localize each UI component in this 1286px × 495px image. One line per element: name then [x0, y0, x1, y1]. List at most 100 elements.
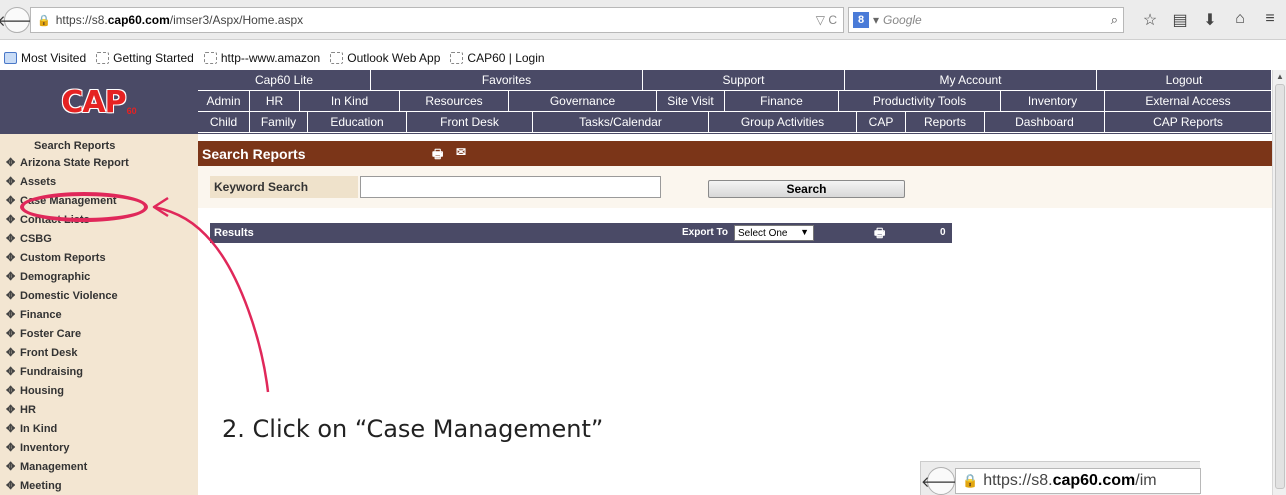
export-select-value: Select One — [738, 227, 788, 239]
reports-sidebar: Search Reports ✥ Arizona State Report ✥ As… — [0, 134, 198, 495]
bookmarks-menu-icon[interactable]: ▤ — [1170, 10, 1190, 30]
back-button[interactable]: 🡐 — [0, 7, 37, 33]
sidebar-item-meeting[interactable]: ✥ Meeting — [0, 477, 198, 495]
sidebar-item-inventory[interactable]: ✥ Inventory — [0, 439, 198, 458]
expand-icon: ✥ — [6, 290, 16, 302]
sidebar-item-foster-care[interactable]: ✥ Foster Care — [0, 325, 198, 344]
sidebar-item-in-kind[interactable]: ✥ In Kind — [0, 420, 198, 439]
nav-resources[interactable]: Resources — [400, 91, 509, 112]
sidebar-item-csbg[interactable]: ✥ CSBG — [0, 230, 198, 249]
nav-in-kind[interactable]: In Kind — [300, 91, 400, 112]
page-icon — [203, 52, 217, 64]
expand-icon: ✥ — [6, 442, 16, 454]
page-icon — [330, 52, 344, 64]
sidebar-item-custom-reports[interactable]: ✥ Custom Reports — [0, 249, 198, 268]
bookmark-most-visited[interactable]: Most Visited — [4, 51, 86, 65]
expand-icon: ✥ — [6, 195, 16, 207]
expand-icon: ✥ — [6, 385, 16, 397]
expand-icon: ✥ — [6, 176, 16, 188]
cap60-logo[interactable]: CAP 60 — [0, 70, 198, 134]
expand-icon: ✥ — [6, 423, 16, 435]
nav-productivity-tools[interactable]: Productivity Tools — [839, 91, 1001, 112]
scroll-up-icon[interactable]: ▲ — [1276, 72, 1284, 81]
expand-icon: ✥ — [6, 309, 16, 321]
home-icon[interactable]: ⌂ — [1230, 10, 1250, 28]
nav-my-account[interactable]: My Account — [845, 70, 1097, 91]
sidebar-item-front-desk[interactable]: ✥ Front Desk — [0, 344, 198, 363]
nav-hr[interactable]: HR — [250, 91, 300, 112]
sidebar-item-assets[interactable]: ✥ Assets — [0, 173, 198, 192]
nav-finance[interactable]: Finance — [725, 91, 839, 112]
page-title: Search Reports — [202, 145, 306, 162]
sidebar-item-hr[interactable]: ✥ HR — [0, 401, 198, 420]
bookmark-cap60-login[interactable]: CAP60 | Login — [450, 51, 545, 65]
inset-lock-icon: 🔒 — [962, 473, 979, 488]
sidebar-item-finance[interactable]: ✥ Finance — [0, 306, 198, 325]
nav-logout[interactable]: Logout — [1097, 70, 1272, 91]
nav-governance[interactable]: Governance — [509, 91, 657, 112]
inset-url-field: 🔒 https://s8. cap60.com/im — [955, 468, 1201, 494]
expand-icon: ✥ — [6, 461, 16, 473]
bookmark-folder-icon — [4, 52, 17, 64]
expand-icon: ✥ — [6, 480, 16, 492]
keyword-search-input[interactable] — [360, 176, 661, 198]
url-field[interactable]: 🔒 https://s8. cap60.com/imser3/Aspx/Home.… — [30, 7, 844, 33]
sidebar-item-housing[interactable]: ✥ Housing — [0, 382, 198, 401]
print-icon[interactable]: 🖶 — [432, 145, 443, 166]
inset-back-icon: 🡐 — [921, 467, 961, 495]
expand-icon: ✥ — [6, 404, 16, 416]
nav-support[interactable]: Support — [643, 70, 845, 91]
nav-reports[interactable]: Reports — [906, 112, 985, 133]
nav-cap[interactable]: CAP — [857, 112, 906, 133]
scroll-thumb[interactable] — [1275, 84, 1285, 489]
page-icon — [96, 52, 110, 64]
bookmark-amazon[interactable]: http--www.amazon — [203, 51, 320, 65]
search-button[interactable]: Search — [708, 180, 905, 198]
page-scrollbar[interactable]: ▲ — [1272, 70, 1286, 495]
nav-row-3: Child Family Education Front Desk Tasks/… — [198, 112, 1272, 134]
nav-group-activities[interactable]: Group Activities — [709, 112, 857, 133]
sidebar-item-domestic-violence[interactable]: ✥ Domestic Violence — [0, 287, 198, 306]
email-icon[interactable]: ✉ — [456, 145, 466, 159]
expand-icon: ✥ — [6, 347, 16, 359]
logo-sub: 60 — [126, 106, 137, 116]
dropdown-caret-icon: ▾ — [873, 13, 880, 27]
nav-front-desk[interactable]: Front Desk — [407, 112, 533, 133]
download-icon[interactable]: ⬇ — [1200, 10, 1220, 30]
export-print-icon[interactable]: 🖶 — [874, 224, 885, 245]
nav-cap60-lite[interactable]: Cap60 Lite — [198, 70, 371, 91]
sidebar-item-fundraising[interactable]: ✥ Fundraising — [0, 363, 198, 382]
sidebar-heading[interactable]: Search Reports — [0, 138, 198, 154]
reload-icon[interactable]: ▽ C — [816, 13, 837, 27]
nav-cap-reports[interactable]: CAP Reports — [1105, 112, 1272, 133]
nav-tasks-calendar[interactable]: Tasks/Calendar — [533, 112, 709, 133]
menu-icon[interactable]: ≡ — [1260, 10, 1280, 28]
bookmark-getting-started[interactable]: Getting Started — [96, 51, 194, 65]
nav-admin[interactable]: Admin — [198, 91, 250, 112]
nav-external-access[interactable]: External Access — [1105, 91, 1272, 112]
sidebar-item-demographic[interactable]: ✥ Demographic — [0, 268, 198, 287]
main-navigation: Cap60 Lite Favorites Support My Account … — [198, 70, 1272, 134]
nav-dashboard[interactable]: Dashboard — [985, 112, 1105, 133]
url-path: /imser3/Aspx/Home.aspx — [169, 13, 304, 27]
browser-search-input[interactable]: 8 ▾ Google ⌕ — [848, 7, 1124, 33]
search-icon[interactable]: ⌕ — [1111, 12, 1118, 28]
logo-text: CAP — [61, 84, 126, 120]
expand-icon: ✥ — [6, 271, 16, 283]
nav-education[interactable]: Education — [308, 112, 407, 133]
bookmark-outlook[interactable]: Outlook Web App — [330, 51, 440, 65]
export-select[interactable]: Select One ▼ — [734, 225, 814, 241]
nav-site-visit[interactable]: Site Visit — [657, 91, 725, 112]
nav-row-1: Cap60 Lite Favorites Support My Account … — [198, 70, 1272, 91]
url-domain: cap60.com — [107, 13, 170, 27]
nav-favorites[interactable]: Favorites — [371, 70, 643, 91]
bookmark-star-icon[interactable]: ☆ — [1140, 10, 1160, 30]
sidebar-item-management[interactable]: ✥ Management — [0, 458, 198, 477]
nav-family[interactable]: Family — [250, 112, 308, 133]
search-placeholder: Google — [883, 13, 922, 27]
nav-child[interactable]: Child — [198, 112, 250, 133]
nav-inventory[interactable]: Inventory — [1001, 91, 1105, 112]
sidebar-item-arizona-state-report[interactable]: ✥ Arizona State Report — [0, 154, 198, 173]
expand-icon: ✥ — [6, 366, 16, 378]
export-label: Export To — [682, 227, 728, 238]
